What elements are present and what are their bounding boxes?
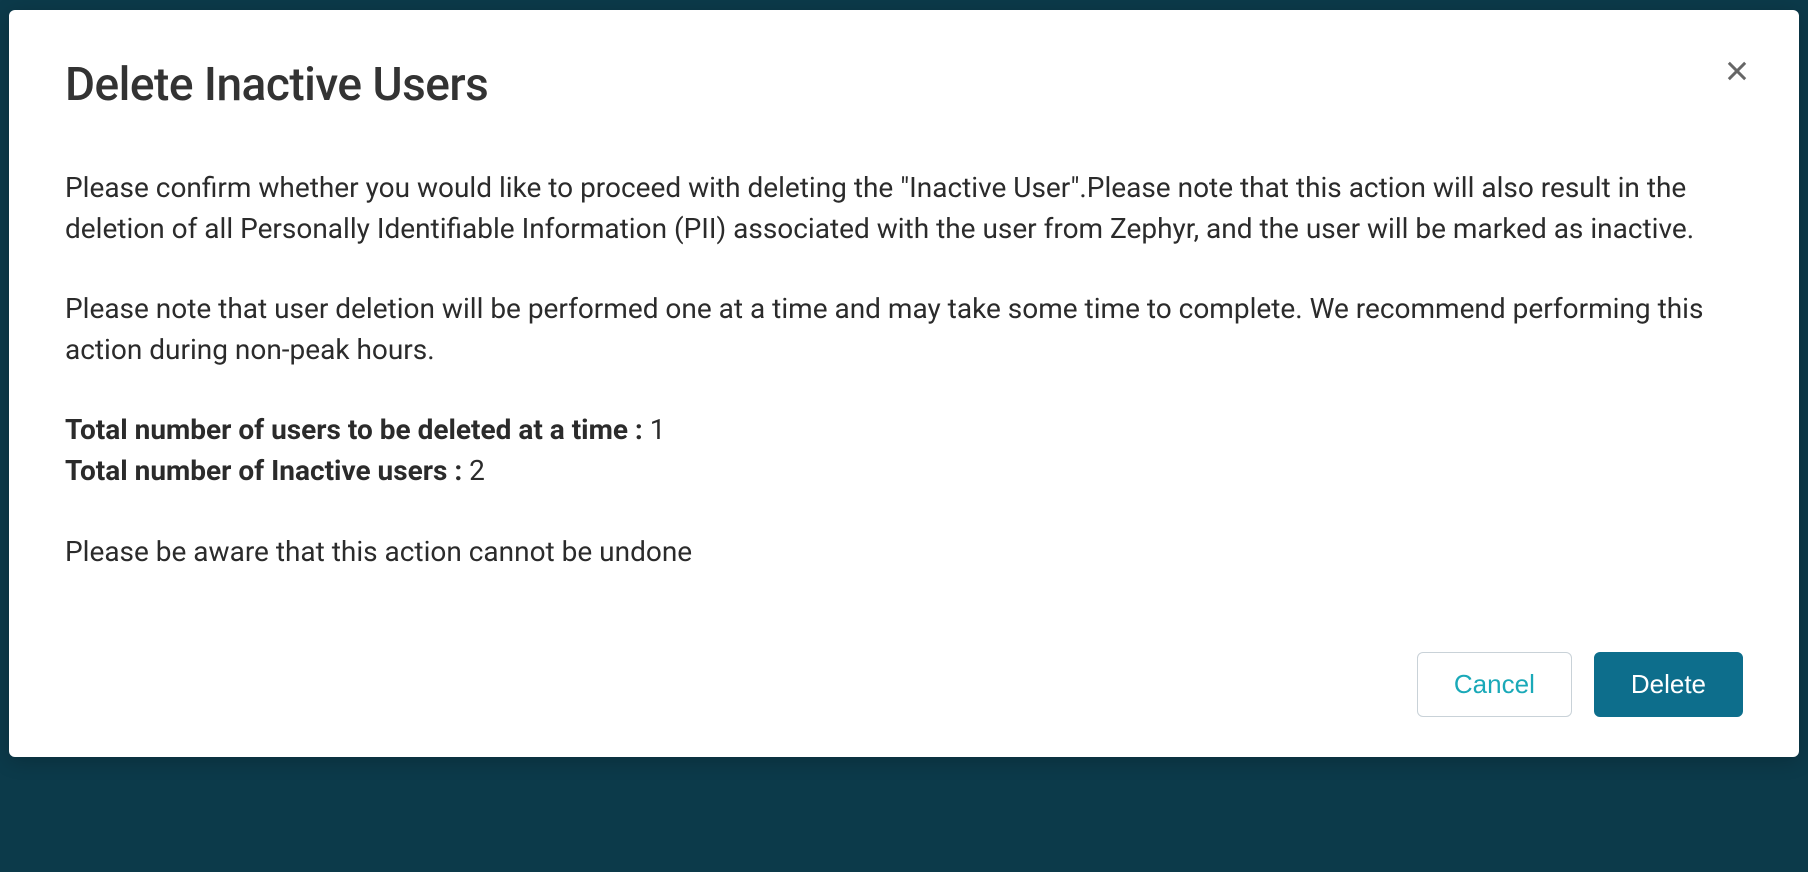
confirmation-paragraph: Please confirm whether you would like to… (65, 168, 1743, 249)
close-button[interactable] (1719, 54, 1755, 90)
stat-inactive-value: 2 (462, 454, 485, 487)
modal-title: Delete Inactive Users (65, 58, 1743, 112)
stat-batch-value: 1 (643, 413, 666, 446)
stat-inactive-label: Total number of Inactive users : (65, 454, 462, 487)
timing-note-paragraph: Please note that user deletion will be p… (65, 289, 1743, 370)
close-icon (1723, 57, 1751, 88)
stats-block: Total number of users to be deleted at a… (65, 410, 1743, 491)
modal-footer: Cancel Delete (65, 652, 1743, 717)
stat-batch-row: Total number of users to be deleted at a… (65, 410, 1743, 451)
stat-batch-label: Total number of users to be deleted at a… (65, 413, 643, 446)
cancel-button[interactable]: Cancel (1417, 652, 1572, 717)
delete-button[interactable]: Delete (1594, 652, 1743, 717)
stat-inactive-row: Total number of Inactive users : 2 (65, 451, 1743, 492)
irreversible-warning: Please be aware that this action cannot … (65, 532, 1743, 573)
delete-inactive-users-modal: Delete Inactive Users Please confirm whe… (9, 10, 1799, 757)
